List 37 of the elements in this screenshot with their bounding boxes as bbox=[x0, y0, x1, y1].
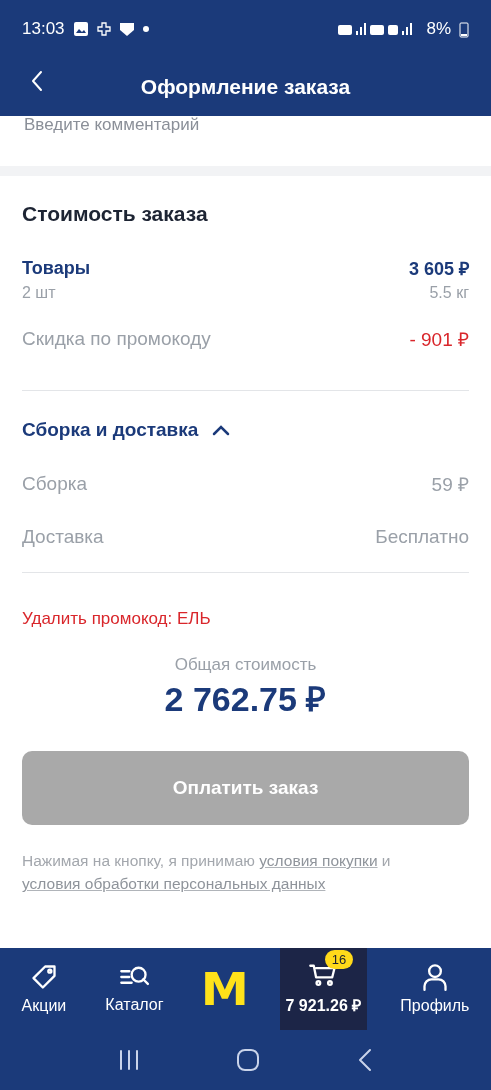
goods-price: 3 605 ₽ bbox=[408, 258, 469, 280]
total-price: 2 762.75 ₽ bbox=[164, 679, 327, 720]
total-label: Общая стоимость bbox=[174, 655, 317, 675]
back-icon bbox=[30, 70, 44, 92]
profile-icon bbox=[421, 963, 448, 991]
fee-label: Сборка bbox=[22, 473, 88, 495]
assembly-delivery-toggle[interactable]: Сборка и доставка bbox=[22, 419, 469, 441]
fee-value: 59 ₽ bbox=[431, 473, 469, 497]
plus-icon bbox=[96, 22, 111, 36]
battery-icon bbox=[459, 20, 469, 38]
legal-notice: Нажимая на кнопку, я принимаю условия покупки и условия обработки персональных данных bbox=[22, 851, 392, 894]
chevron-icon bbox=[212, 424, 231, 436]
section-title: Стоимость заказа bbox=[22, 202, 209, 226]
tag-icon bbox=[29, 963, 58, 991]
fee-label: Доставка bbox=[22, 526, 104, 548]
page-title: Оформление заказа bbox=[140, 75, 351, 99]
back-icon bbox=[356, 1048, 373, 1072]
remove-promo-link[interactable]: Удалить промокод: ЕЛЬ bbox=[22, 609, 211, 629]
goods-count: 2 шт bbox=[22, 284, 56, 302]
discount-value: - 901 ₽ bbox=[409, 328, 469, 352]
nav-tab[interactable]: Каталог bbox=[99, 948, 170, 1030]
nav-tab[interactable]: 7 921.26 ₽ 16 bbox=[279, 948, 368, 1030]
image-icon bbox=[72, 21, 89, 37]
logo-button[interactable]: M bbox=[196, 948, 253, 1030]
nav-tab[interactable]: Акции bbox=[15, 948, 73, 1030]
goods-weight: 5.5 кг bbox=[429, 284, 469, 302]
status-time: 13:03 bbox=[22, 19, 65, 39]
fee-value: Бесплатно bbox=[375, 526, 469, 548]
home-icon bbox=[236, 1048, 261, 1072]
nav-tab[interactable]: Профиль bbox=[394, 948, 476, 1030]
discount-label: Скидка по промокоду bbox=[22, 328, 211, 350]
shield-icon bbox=[118, 21, 135, 37]
battery-percent: 8% bbox=[426, 19, 451, 39]
dot-icon bbox=[142, 26, 149, 32]
cart-count-badge: 16 bbox=[324, 950, 354, 969]
recent-apps-icon bbox=[118, 1049, 141, 1071]
goods-label: Товары bbox=[22, 257, 91, 279]
